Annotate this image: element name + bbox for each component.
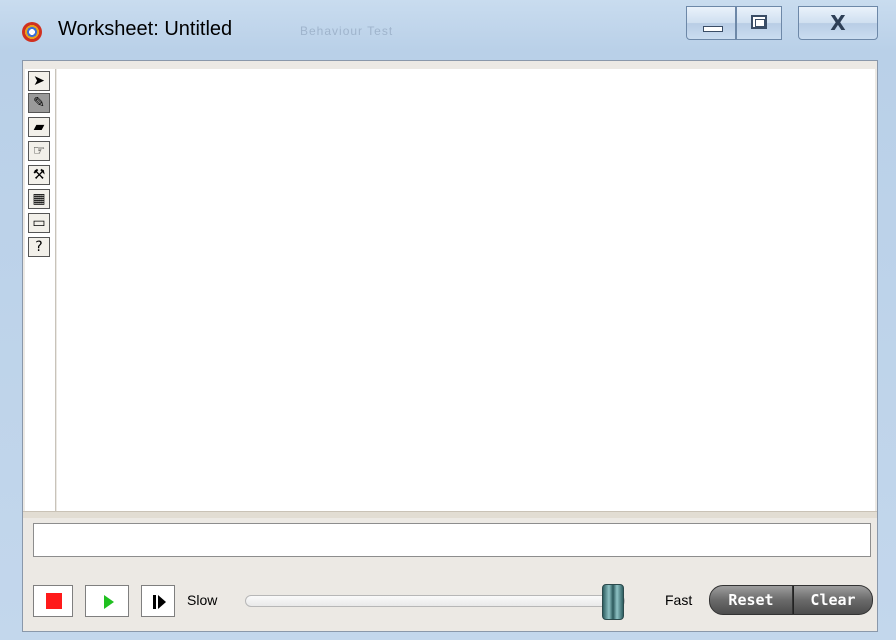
help-icon: ? [35, 239, 43, 255]
rectangle-icon: ▭ [32, 215, 46, 231]
speed-slider[interactable] [245, 584, 625, 620]
step-icon-arrow [158, 595, 166, 609]
worksheet-canvas[interactable] [57, 69, 875, 511]
slow-label: Slow [187, 592, 218, 608]
hammer-icon: ⚒ [32, 167, 46, 183]
speed-slider-thumb[interactable] [602, 584, 624, 620]
client-area: ➤ ✎ ▰ ☞ ⚒ ▦ ▭ ? Slow Fast Reset Clear [22, 60, 878, 632]
maximize-icon [751, 15, 767, 29]
play-icon [104, 595, 114, 609]
arrow-tool[interactable]: ➤ [28, 71, 50, 91]
background-window-title: Behaviour Test [300, 24, 394, 38]
pencil-tool[interactable]: ✎ [28, 93, 50, 113]
step-icon [153, 595, 156, 609]
title-bar[interactable]: Worksheet: Untitled Behaviour Test X [0, 0, 896, 58]
reset-button[interactable]: Reset [709, 585, 793, 615]
command-input[interactable] [33, 523, 871, 557]
minimize-icon [703, 26, 723, 32]
fill-pattern-icon: ▦ [32, 191, 46, 207]
app-icon [22, 22, 42, 42]
minimize-button[interactable] [686, 6, 736, 40]
close-icon: X [830, 11, 846, 35]
maximize-button[interactable] [736, 6, 782, 40]
rectangle-tool[interactable]: ▭ [28, 213, 50, 233]
hand-icon: ☞ [32, 143, 46, 159]
stop-button[interactable] [33, 585, 73, 617]
toolbox: ➤ ✎ ▰ ☞ ⚒ ▦ ▭ ? [25, 69, 56, 511]
splitter[interactable] [23, 511, 877, 518]
hammer-tool[interactable]: ⚒ [28, 165, 50, 185]
clear-button[interactable]: Clear [793, 585, 873, 615]
help-tool[interactable]: ? [28, 237, 50, 257]
stop-icon [46, 593, 62, 609]
pencil-icon: ✎ [33, 95, 45, 111]
fast-label: Fast [665, 592, 693, 608]
eraser-tool[interactable]: ▰ [28, 117, 50, 137]
play-button[interactable] [85, 585, 129, 617]
window-title: Worksheet: Untitled [58, 18, 233, 40]
step-button[interactable] [141, 585, 175, 617]
fill-tool[interactable]: ▦ [28, 189, 50, 209]
worksheet-window: Worksheet: Untitled Behaviour Test X ➤ ✎… [0, 0, 896, 640]
eraser-icon: ▰ [33, 119, 45, 135]
arrow-icon: ➤ [33, 73, 45, 89]
close-button[interactable]: X [798, 6, 878, 40]
hand-tool[interactable]: ☞ [28, 141, 50, 161]
